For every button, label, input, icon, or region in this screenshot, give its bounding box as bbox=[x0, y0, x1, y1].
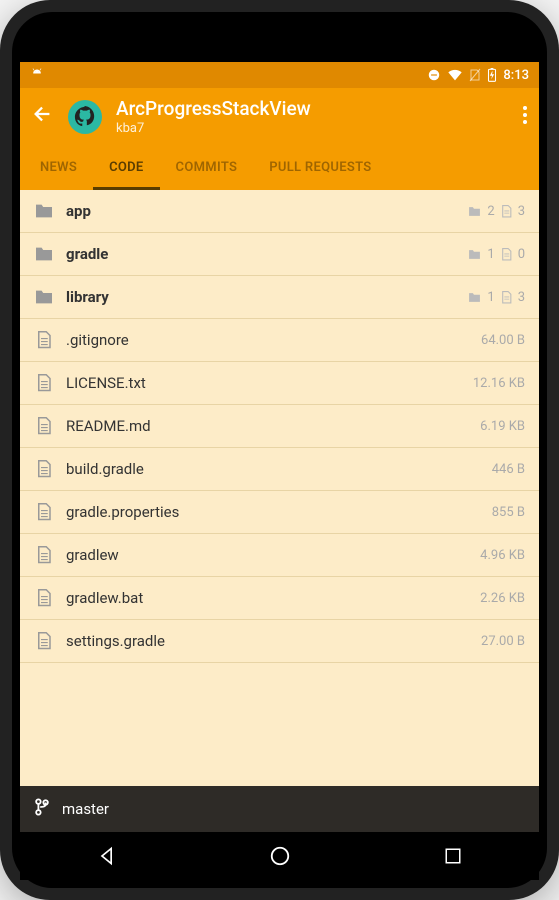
file-name: library bbox=[66, 288, 456, 306]
git-branch-icon bbox=[34, 798, 50, 820]
folder-count-icon bbox=[468, 249, 481, 260]
branch-name: master bbox=[62, 800, 109, 818]
file-meta: 446 B bbox=[492, 462, 525, 477]
file-icon bbox=[34, 588, 54, 608]
nav-back-icon[interactable] bbox=[95, 844, 119, 868]
file-name: gradle.properties bbox=[66, 503, 480, 521]
file-count-icon bbox=[501, 291, 512, 304]
file-icon bbox=[34, 416, 54, 436]
branch-bar[interactable]: master bbox=[20, 786, 539, 832]
folder-count-icon bbox=[468, 292, 481, 303]
file-row[interactable]: .gitignore 64.00 B bbox=[20, 319, 539, 362]
tab-code[interactable]: CODE bbox=[93, 146, 159, 190]
file-icon bbox=[34, 631, 54, 651]
file-name: build.gradle bbox=[66, 460, 480, 478]
folder-count-icon bbox=[468, 206, 481, 217]
file-icon bbox=[34, 373, 54, 393]
folder-icon bbox=[34, 287, 54, 307]
toolbar: ArcProgressStackView kba7 bbox=[20, 88, 539, 146]
file-count-icon bbox=[501, 248, 512, 261]
file-meta: 855 B bbox=[492, 505, 525, 520]
file-name: app bbox=[66, 202, 456, 220]
file-meta: 6.19 KB bbox=[480, 419, 525, 434]
file-row[interactable]: gradlew.bat 2.26 KB bbox=[20, 577, 539, 620]
file-count-icon bbox=[501, 205, 512, 218]
file-row[interactable]: gradle.properties 855 B bbox=[20, 491, 539, 534]
file-meta: 27.00 B bbox=[481, 634, 525, 649]
toolbar-title-block: ArcProgressStackView kba7 bbox=[116, 98, 509, 136]
file-list[interactable]: app 23 gradle 10 library 13 .gitignore 64.00 B L… bbox=[20, 190, 539, 786]
file-meta: 13 bbox=[468, 290, 525, 305]
file-meta: 4.96 KB bbox=[480, 548, 525, 563]
tab-bar: NEWSCODECOMMITSPULL REQUESTS bbox=[20, 146, 539, 190]
status-bar: 8:13 bbox=[20, 62, 539, 88]
file-meta: 23 bbox=[468, 204, 525, 219]
battery-charging-icon bbox=[487, 68, 497, 82]
file-row[interactable]: README.md 6.19 KB bbox=[20, 405, 539, 448]
repo-title: ArcProgressStackView bbox=[116, 98, 509, 121]
tab-commits[interactable]: COMMITS bbox=[160, 146, 254, 190]
wifi-icon bbox=[447, 68, 463, 82]
file-name: gradle bbox=[66, 245, 456, 263]
file-name: gradlew.bat bbox=[66, 589, 468, 607]
android-head-icon bbox=[30, 68, 44, 82]
folder-icon bbox=[34, 244, 54, 264]
file-name: README.md bbox=[66, 417, 468, 435]
repo-owner: kba7 bbox=[116, 121, 509, 137]
file-meta: 10 bbox=[468, 247, 525, 262]
file-icon bbox=[34, 330, 54, 350]
tab-pull-requests[interactable]: PULL REQUESTS bbox=[253, 146, 387, 190]
tab-news[interactable]: NEWS bbox=[24, 146, 93, 190]
no-sim-icon bbox=[469, 68, 481, 82]
file-meta: 12.16 KB bbox=[473, 376, 525, 391]
file-meta: 64.00 B bbox=[481, 333, 525, 348]
phone-frame: 8:13 ArcProgressStackView kba7 bbox=[0, 0, 559, 900]
file-row[interactable]: build.gradle 446 B bbox=[20, 448, 539, 491]
file-row[interactable]: LICENSE.txt 12.16 KB bbox=[20, 362, 539, 405]
android-nav-bar bbox=[20, 832, 539, 880]
file-meta: 2.26 KB bbox=[480, 591, 525, 606]
file-name: LICENSE.txt bbox=[66, 374, 461, 392]
file-row[interactable]: gradlew 4.96 KB bbox=[20, 534, 539, 577]
nav-home-icon[interactable] bbox=[268, 844, 292, 868]
status-time: 8:13 bbox=[503, 68, 529, 83]
file-name: .gitignore bbox=[66, 331, 469, 349]
repo-owner-avatar[interactable] bbox=[68, 100, 102, 134]
folder-icon bbox=[34, 201, 54, 221]
overflow-menu-icon[interactable] bbox=[523, 106, 527, 129]
folder-row[interactable]: gradle 10 bbox=[20, 233, 539, 276]
back-arrow-icon[interactable] bbox=[32, 103, 54, 131]
folder-row[interactable]: library 13 bbox=[20, 276, 539, 319]
file-name: gradlew bbox=[66, 546, 468, 564]
dnd-icon bbox=[427, 68, 441, 82]
nav-recent-icon[interactable] bbox=[441, 844, 465, 868]
file-name: settings.gradle bbox=[66, 632, 469, 650]
file-icon bbox=[34, 545, 54, 565]
folder-row[interactable]: app 23 bbox=[20, 190, 539, 233]
file-icon bbox=[34, 459, 54, 479]
screen: 8:13 ArcProgressStackView kba7 bbox=[20, 62, 539, 832]
file-icon bbox=[34, 502, 54, 522]
file-row[interactable]: settings.gradle 27.00 B bbox=[20, 620, 539, 663]
